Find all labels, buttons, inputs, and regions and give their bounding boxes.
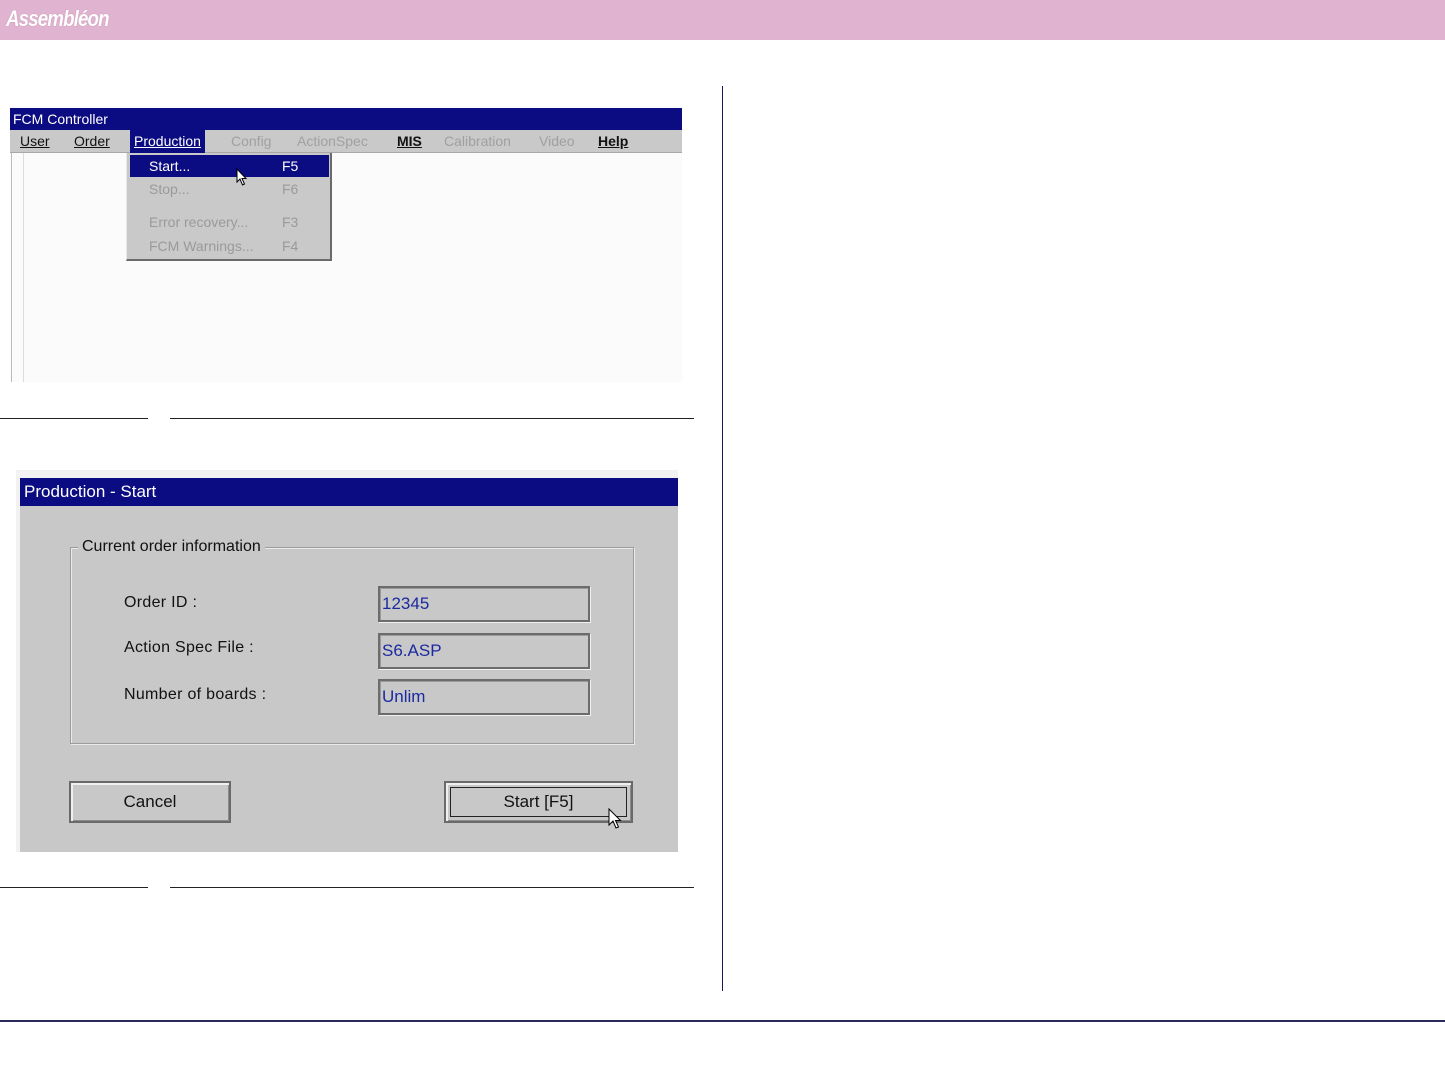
menu-item-error-recovery: Error recovery... F3 (149, 214, 299, 230)
brand-bar: Assembléon (0, 0, 1445, 40)
window-body-edge (11, 153, 12, 382)
order-id-label: Order ID : (124, 594, 198, 611)
caption-rule (0, 418, 148, 419)
menu-order[interactable]: Order (70, 130, 114, 153)
menu-help[interactable]: Help (594, 130, 632, 153)
production-dropdown: Start... F5 Stop... F6 Error recovery...… (126, 153, 332, 261)
menu-actionspec: ActionSpec (297, 133, 368, 149)
dialog-title: Production - Start (20, 478, 678, 506)
caption-rule (170, 887, 694, 888)
order-id-field[interactable] (382, 592, 582, 616)
menu-item-stop: Stop... F6 (149, 181, 299, 197)
dialog-frame-edge (16, 470, 20, 852)
cancel-button[interactable]: Cancel (69, 781, 231, 823)
menu-calibration: Calibration (444, 133, 511, 149)
menu-user[interactable]: User (16, 130, 54, 153)
start-button[interactable]: Start [F5] (444, 781, 633, 823)
number-of-boards-field[interactable] (382, 685, 582, 709)
mouse-pointer-icon (608, 808, 622, 829)
caption-rule (170, 418, 694, 419)
groupbox-label: Current order information (78, 537, 265, 557)
menu-mis[interactable]: MIS (393, 130, 426, 153)
mouse-pointer-icon (236, 168, 248, 186)
menu-bar: User Order Production Config ActionSpec … (10, 130, 682, 153)
footer-rule (0, 1020, 1445, 1022)
caption-rule (0, 887, 148, 888)
production-start-dialog: Production - Start Current order informa… (16, 470, 678, 852)
action-spec-file-label: Action Spec File : (124, 639, 254, 656)
fcm-controller-window: FCM Controller User Order Production Con… (10, 106, 682, 382)
focus-ring (450, 787, 627, 817)
menu-video: Video (539, 133, 575, 149)
window-title: FCM Controller (10, 108, 682, 130)
menu-item-fcm-warnings: FCM Warnings... F4 (149, 238, 299, 254)
menu-config: Config (231, 133, 272, 149)
menu-item-start[interactable]: Start... F5 (130, 155, 329, 177)
number-of-boards-label: Number of boards : (124, 686, 267, 703)
column-divider (722, 86, 723, 991)
menu-production[interactable]: Production (130, 130, 205, 153)
dialog-frame-edge (16, 470, 678, 478)
window-body-edge (23, 153, 24, 382)
action-spec-file-field[interactable] (382, 639, 582, 663)
brand-logo: Assembléon (6, 6, 110, 31)
